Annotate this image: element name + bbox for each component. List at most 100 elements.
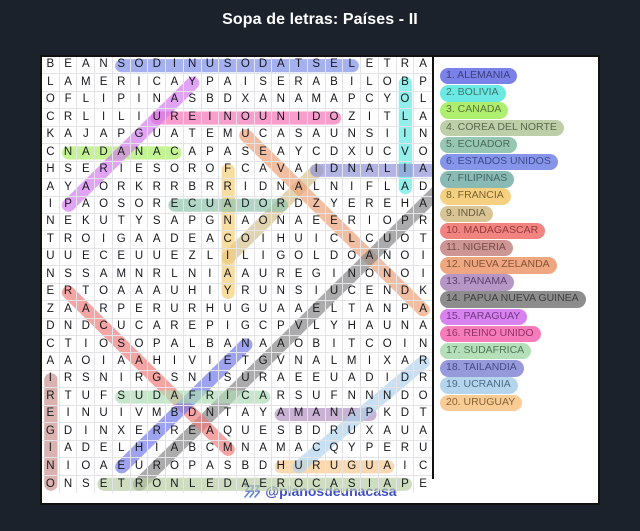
grid-cell[interactable]: O	[166, 161, 184, 180]
grid-cell[interactable]: I	[201, 109, 220, 127]
grid-cell[interactable]: U	[378, 318, 397, 337]
grid-cell[interactable]: G	[307, 266, 326, 284]
grid-cell[interactable]: E	[290, 370, 308, 389]
grid-cell[interactable]: U	[166, 283, 184, 302]
grid-cell[interactable]: R	[396, 57, 415, 75]
grid-cell[interactable]: R	[148, 179, 167, 197]
grid-cell[interactable]: P	[183, 458, 202, 476]
grid-cell[interactable]: P	[59, 196, 78, 214]
grid-cell[interactable]: A	[290, 213, 308, 232]
grid-cell[interactable]: L	[112, 440, 131, 459]
grid-cell[interactable]: R	[183, 161, 202, 180]
grid-cell[interactable]: A	[378, 458, 397, 476]
grid-cell[interactable]: T	[42, 231, 60, 249]
grid-cell[interactable]: F	[325, 388, 344, 406]
grid-cell[interactable]: U	[236, 126, 255, 145]
grid-cell[interactable]: R	[112, 74, 131, 92]
grid-cell[interactable]: U	[112, 318, 131, 337]
grid-cell[interactable]: O	[77, 231, 96, 249]
grid-cell[interactable]: S	[148, 213, 167, 232]
grid-cell[interactable]: C	[361, 231, 379, 249]
grid-cell[interactable]: A	[77, 179, 96, 197]
grid-cell[interactable]: G	[201, 213, 220, 232]
grid-cell[interactable]: O	[361, 266, 379, 284]
grid-cell[interactable]: R	[59, 109, 78, 127]
grid-cell[interactable]: C	[219, 231, 237, 249]
grid-cell[interactable]: L	[307, 318, 326, 337]
grid-cell[interactable]: M	[290, 405, 308, 424]
grid-cell[interactable]: S	[112, 336, 131, 354]
grid-cell[interactable]: U	[130, 388, 149, 406]
grid-cell[interactable]: A	[166, 74, 184, 92]
grid-cell[interactable]: R	[166, 318, 184, 337]
grid-cell[interactable]: A	[272, 370, 291, 389]
grid-cell[interactable]: C	[361, 336, 379, 354]
grid-cell[interactable]: I	[254, 248, 273, 267]
grid-cell[interactable]: U	[343, 423, 362, 441]
grid-cell[interactable]: U	[201, 57, 220, 75]
grid-cell[interactable]: T	[290, 57, 308, 75]
grid-cell[interactable]: A	[59, 353, 78, 371]
grid-cell[interactable]: A	[396, 179, 415, 197]
grid-cell[interactable]: D	[236, 196, 255, 214]
grid-cell[interactable]: C	[95, 248, 113, 267]
grid-cell[interactable]: A	[42, 179, 60, 197]
grid-cell[interactable]: A	[307, 74, 326, 92]
grid-cell[interactable]: O	[130, 196, 149, 214]
grid-cell[interactable]: O	[236, 231, 255, 249]
grid-cell[interactable]: N	[183, 370, 202, 389]
grid-cell[interactable]: U	[254, 109, 273, 127]
grid-cell[interactable]: U	[325, 126, 344, 145]
grid-cell[interactable]: I	[361, 475, 379, 493]
grid-cell[interactable]: T	[77, 283, 96, 302]
grid-cell[interactable]: U	[236, 423, 255, 441]
grid-cell[interactable]: R	[148, 301, 167, 319]
grid-cell[interactable]: Y	[325, 196, 344, 214]
grid-cell[interactable]: U	[290, 231, 308, 249]
grid-cell[interactable]: N	[361, 388, 379, 406]
grid-cell[interactable]: L	[183, 336, 202, 354]
grid-cell[interactable]: U	[325, 458, 344, 476]
grid-cell[interactable]: A	[112, 353, 131, 371]
grid-cell[interactable]: C	[325, 231, 344, 249]
grid-cell[interactable]: N	[272, 283, 291, 302]
grid-cell[interactable]: D	[42, 318, 60, 337]
grid-cell[interactable]: L	[307, 248, 326, 267]
grid-cell[interactable]: G	[343, 458, 362, 476]
grid-cell[interactable]: I	[325, 336, 344, 354]
grid-cell[interactable]: T	[236, 353, 255, 371]
grid-cell[interactable]: B	[201, 91, 220, 110]
grid-cell[interactable]: C	[307, 440, 326, 459]
grid-cell[interactable]: A	[414, 423, 432, 441]
grid-cell[interactable]: I	[361, 109, 379, 127]
grid-cell[interactable]: I	[396, 458, 415, 476]
grid-cell[interactable]: N	[414, 336, 432, 354]
grid-cell[interactable]: Y	[290, 144, 308, 162]
grid-cell[interactable]: A	[148, 318, 167, 337]
grid-cell[interactable]: C	[307, 144, 326, 162]
grid-cell[interactable]: V	[183, 353, 202, 371]
word-list-item[interactable]: 14. PAPUA NUEVA GUINEA	[440, 291, 586, 308]
grid-cell[interactable]: E	[42, 283, 60, 302]
grid-cell[interactable]: R	[272, 475, 291, 493]
grid-cell[interactable]: I	[236, 179, 255, 197]
grid-cell[interactable]: B	[325, 74, 344, 92]
grid-cell[interactable]: G	[42, 423, 60, 441]
grid-cell[interactable]: H	[183, 283, 202, 302]
grid-cell[interactable]: A	[95, 126, 113, 145]
grid-cell[interactable]: X	[361, 423, 379, 441]
grid-cell[interactable]: A	[130, 353, 149, 371]
grid-cell[interactable]: R	[130, 370, 149, 389]
word-list-item[interactable]: 5. ECUADOR	[440, 136, 518, 154]
grid-cell[interactable]: A	[219, 144, 237, 162]
grid-cell[interactable]: U	[59, 248, 78, 267]
grid-cell[interactable]: H	[130, 440, 149, 459]
grid-cell[interactable]: D	[148, 57, 167, 75]
grid-cell[interactable]: G	[254, 353, 273, 371]
grid-cell[interactable]: O	[236, 109, 255, 127]
grid-cell[interactable]: E	[361, 57, 379, 75]
grid-cell[interactable]: J	[77, 126, 96, 145]
grid-cell[interactable]: D	[396, 405, 415, 424]
grid-cell[interactable]: D	[396, 370, 415, 389]
grid-cell[interactable]: R	[272, 388, 291, 406]
